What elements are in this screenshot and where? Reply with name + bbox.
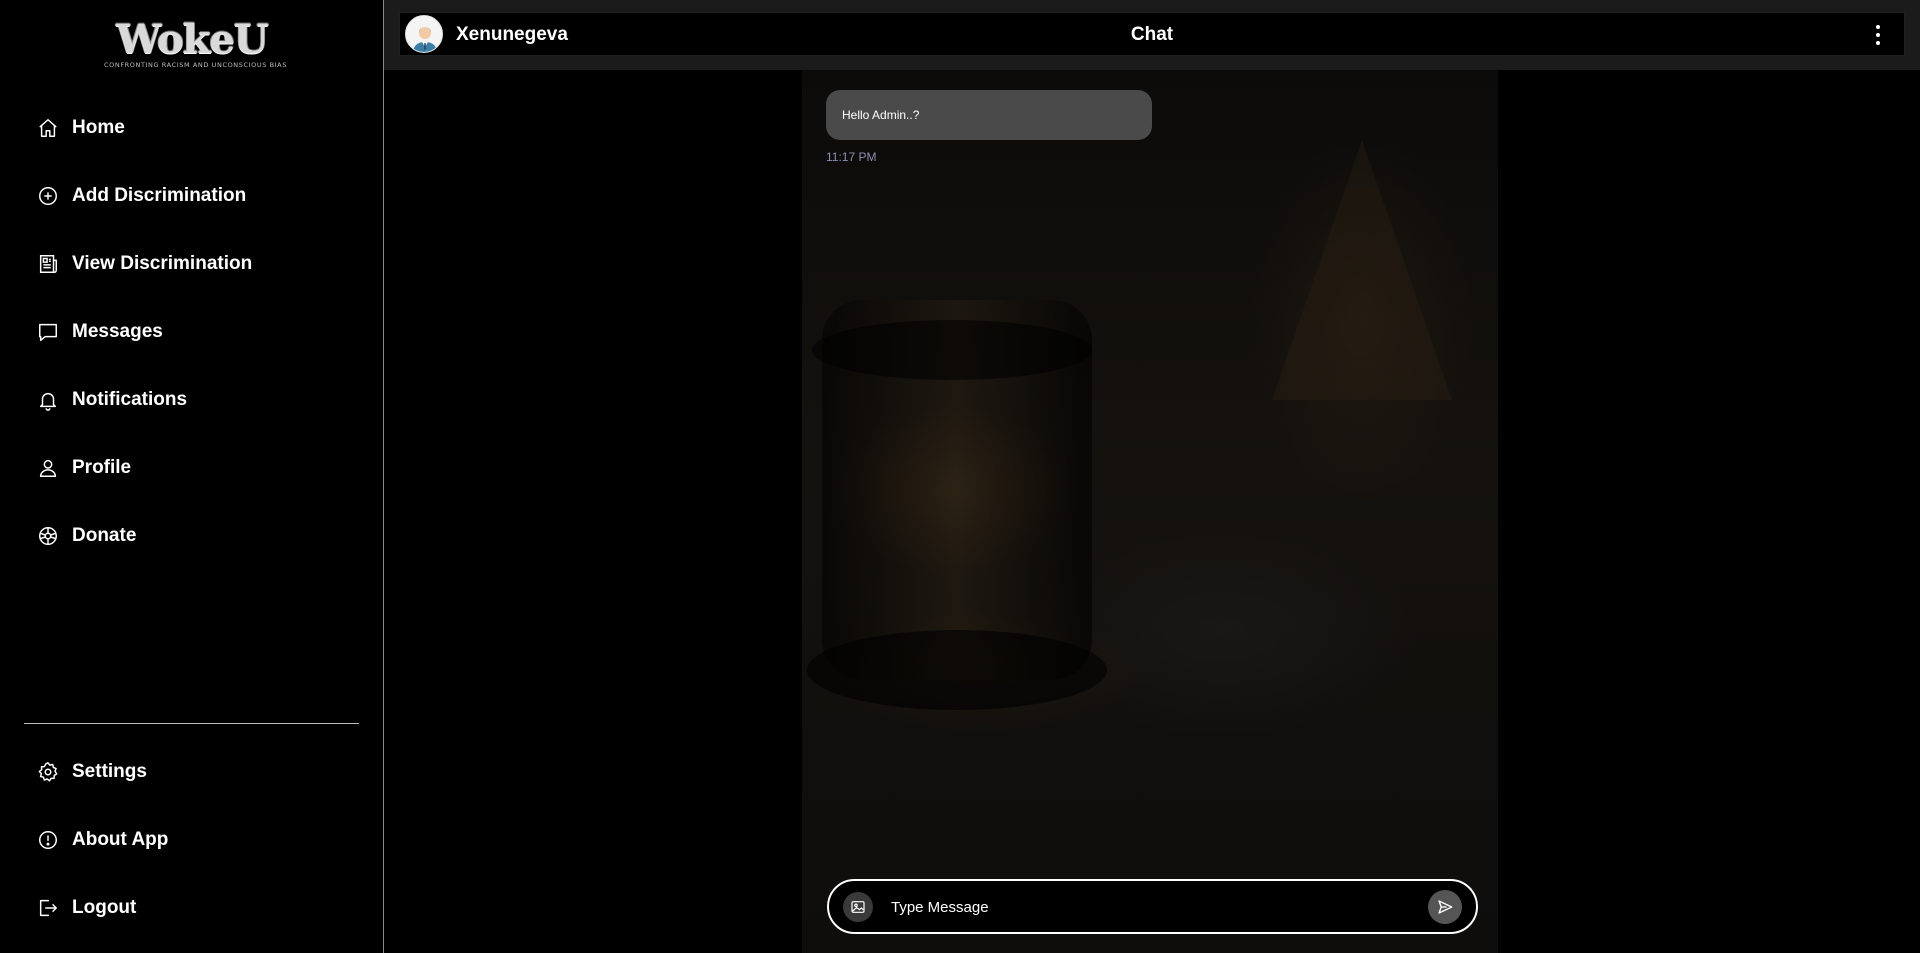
message-composer xyxy=(827,879,1478,934)
chat-header: Xenunegeva Chat xyxy=(399,12,1905,56)
background-image-detail xyxy=(812,320,1092,380)
sidebar-item-label: Settings xyxy=(72,761,147,782)
app-logo[interactable]: WokeU CONFRONTING RACISM AND UNCONSCIOUS… xyxy=(104,16,287,70)
sidebar-item-add-discrimination[interactable]: Add Discrimination xyxy=(0,162,384,230)
chat-panel: Hello Admin..? 11:17 PM xyxy=(802,70,1498,953)
sidebar-item-label: View Discrimination xyxy=(72,253,253,274)
avatar[interactable] xyxy=(405,15,443,53)
info-icon xyxy=(36,828,60,852)
sidebar-item-label: About App xyxy=(72,829,169,850)
user-icon xyxy=(36,456,60,480)
send-button[interactable] xyxy=(1428,890,1462,924)
sidebar-item-home[interactable]: Home xyxy=(0,94,384,162)
logo-tagline: CONFRONTING RACISM AND UNCONSCIOUS BIAS xyxy=(104,61,287,69)
sidebar-item-label: Logout xyxy=(72,897,137,918)
logo-wordmark: WokeU xyxy=(116,16,268,63)
sidebar-item-label: Home xyxy=(72,117,125,138)
sidebar-item-label: Profile xyxy=(72,457,132,478)
background-image-scales xyxy=(1272,140,1452,400)
message-input[interactable] xyxy=(891,891,1401,923)
sidebar-nav: Home Add Discrimination View Discriminat… xyxy=(0,94,384,570)
sidebar-item-label: Notifications xyxy=(72,389,188,410)
donate-icon xyxy=(36,524,60,548)
sidebar-item-label: Add Discrimination xyxy=(72,185,247,206)
sidebar-item-about-app[interactable]: About App xyxy=(0,806,384,874)
contact-name: Xenunegeva xyxy=(456,24,568,45)
page-title: Chat xyxy=(1130,24,1174,45)
home-icon xyxy=(36,116,60,140)
sidebar-item-settings[interactable]: Settings xyxy=(0,738,384,806)
sidebar-item-label: Messages xyxy=(72,321,163,342)
sidebar-item-notifications[interactable]: Notifications xyxy=(0,366,384,434)
sidebar-item-label: Donate xyxy=(72,525,137,546)
message-timestamp: 11:17 PM xyxy=(826,150,877,164)
logout-icon xyxy=(36,896,60,920)
sidebar-bottom-nav: Settings About App Logout xyxy=(0,738,384,942)
message-bubble[interactable]: Hello Admin..? xyxy=(826,90,1152,140)
app-root: WokeU CONFRONTING RACISM AND UNCONSCIOUS… xyxy=(0,0,1920,953)
attach-image-button[interactable] xyxy=(843,892,873,922)
bell-icon xyxy=(36,388,60,412)
sidebar-item-view-discrimination[interactable]: View Discrimination xyxy=(0,230,384,298)
message-text: Hello Admin..? xyxy=(842,108,920,122)
plus-circle-icon xyxy=(36,184,60,208)
sidebar: WokeU CONFRONTING RACISM AND UNCONSCIOUS… xyxy=(0,0,384,953)
sidebar-divider xyxy=(24,723,359,724)
sidebar-item-messages[interactable]: Messages xyxy=(0,298,384,366)
gear-icon xyxy=(36,760,60,784)
sidebar-item-profile[interactable]: Profile xyxy=(0,434,384,502)
more-options-icon[interactable] xyxy=(1868,23,1888,47)
sidebar-item-donate[interactable]: Donate xyxy=(0,502,384,570)
send-icon xyxy=(1438,900,1453,914)
image-icon xyxy=(851,901,865,913)
newspaper-icon xyxy=(36,252,60,276)
chat-bubble-icon xyxy=(36,320,60,344)
sidebar-item-logout[interactable]: Logout xyxy=(0,874,384,942)
background-image-detail xyxy=(807,630,1107,710)
